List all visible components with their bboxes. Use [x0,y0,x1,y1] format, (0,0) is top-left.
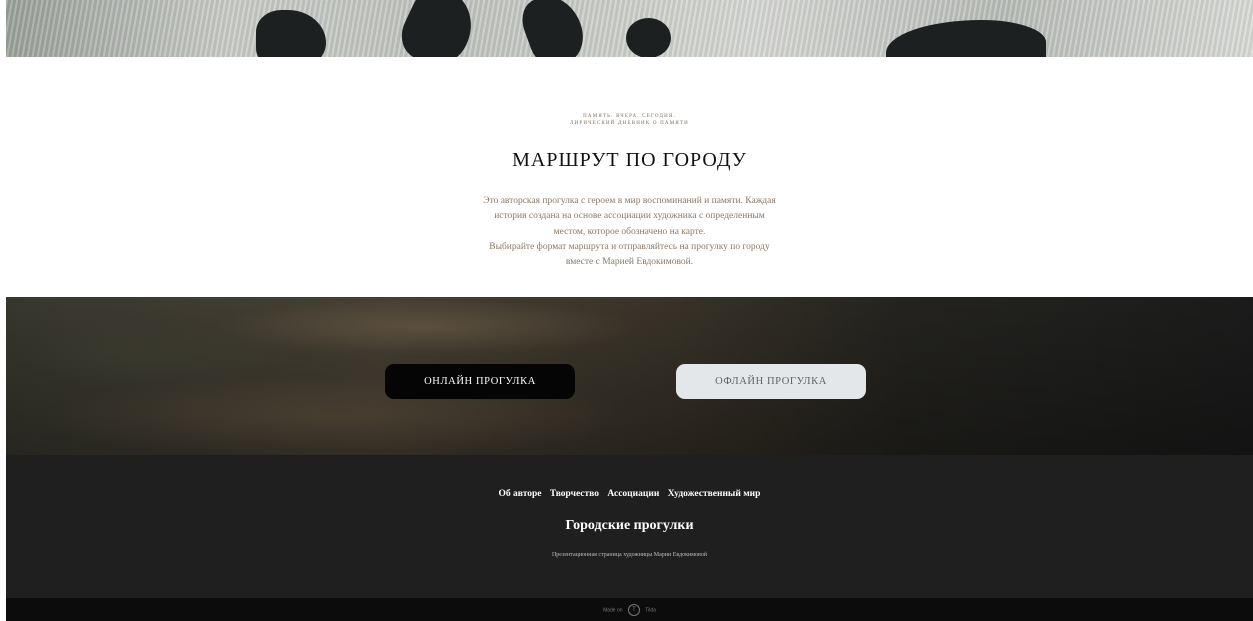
made-on-tilda-link[interactable]: Made on T Tilda [6,604,1253,616]
intro-section: Память. Вчера. Сегодня. Лирический дневн… [6,57,1253,297]
footer: Об авторе Творчество Ассоциации Художест… [6,455,1253,598]
tilda-bar[interactable]: Made on T Tilda [6,598,1253,621]
offline-walk-button[interactable]: ОФЛАЙН ПРОГУЛКА [676,364,866,399]
site-subtitle: Презентационная страница художницы Марии… [551,552,708,558]
tilda-brand: Tilda [645,607,656,614]
online-walk-button[interactable]: ОНЛАЙН ПРОГУЛКА [385,364,575,399]
tilda-logo-icon: T [627,604,640,616]
description-line: местом, которое обозначено на карте. [553,226,706,237]
nav-link-about[interactable]: Об авторе [499,489,542,499]
photo-shade [6,297,1253,455]
eyebrow-line-2: Лирический дневник о памяти [570,121,689,126]
made-on-label: Made on [603,607,623,614]
nav-link-associations[interactable]: Ассоциации [607,489,659,499]
page: Память. Вчера. Сегодня. Лирический дневн… [6,0,1253,621]
description-line: вместе с Марией Евдокимовой. [565,257,694,268]
road-photo-banner: ОНЛАЙН ПРОГУЛКА ОФЛАЙН ПРОГУЛКА [6,297,1253,455]
description-line: история создана на основе ассоциации худ… [494,211,765,222]
description-line: Это авторская прогулка с героем в мир во… [483,196,776,206]
description-line: Выбирайте формат маршрута и отправляйтес… [489,241,770,252]
footer-nav: Об авторе Творчество Ассоциации Художест… [6,489,1253,499]
nav-link-works[interactable]: Творчество [550,489,599,499]
site-title: Городские прогулки [565,518,694,533]
intro-description: Это авторская прогулка с героем в мир во… [452,194,807,270]
eyebrow-line-1: Память. Вчера. Сегодня. [583,114,676,119]
top-texture-image [6,0,1253,57]
nav-link-art-world[interactable]: Художественный мир [668,489,761,499]
page-title: МАРШРУТ ПО ГОРОДУ [512,149,747,171]
